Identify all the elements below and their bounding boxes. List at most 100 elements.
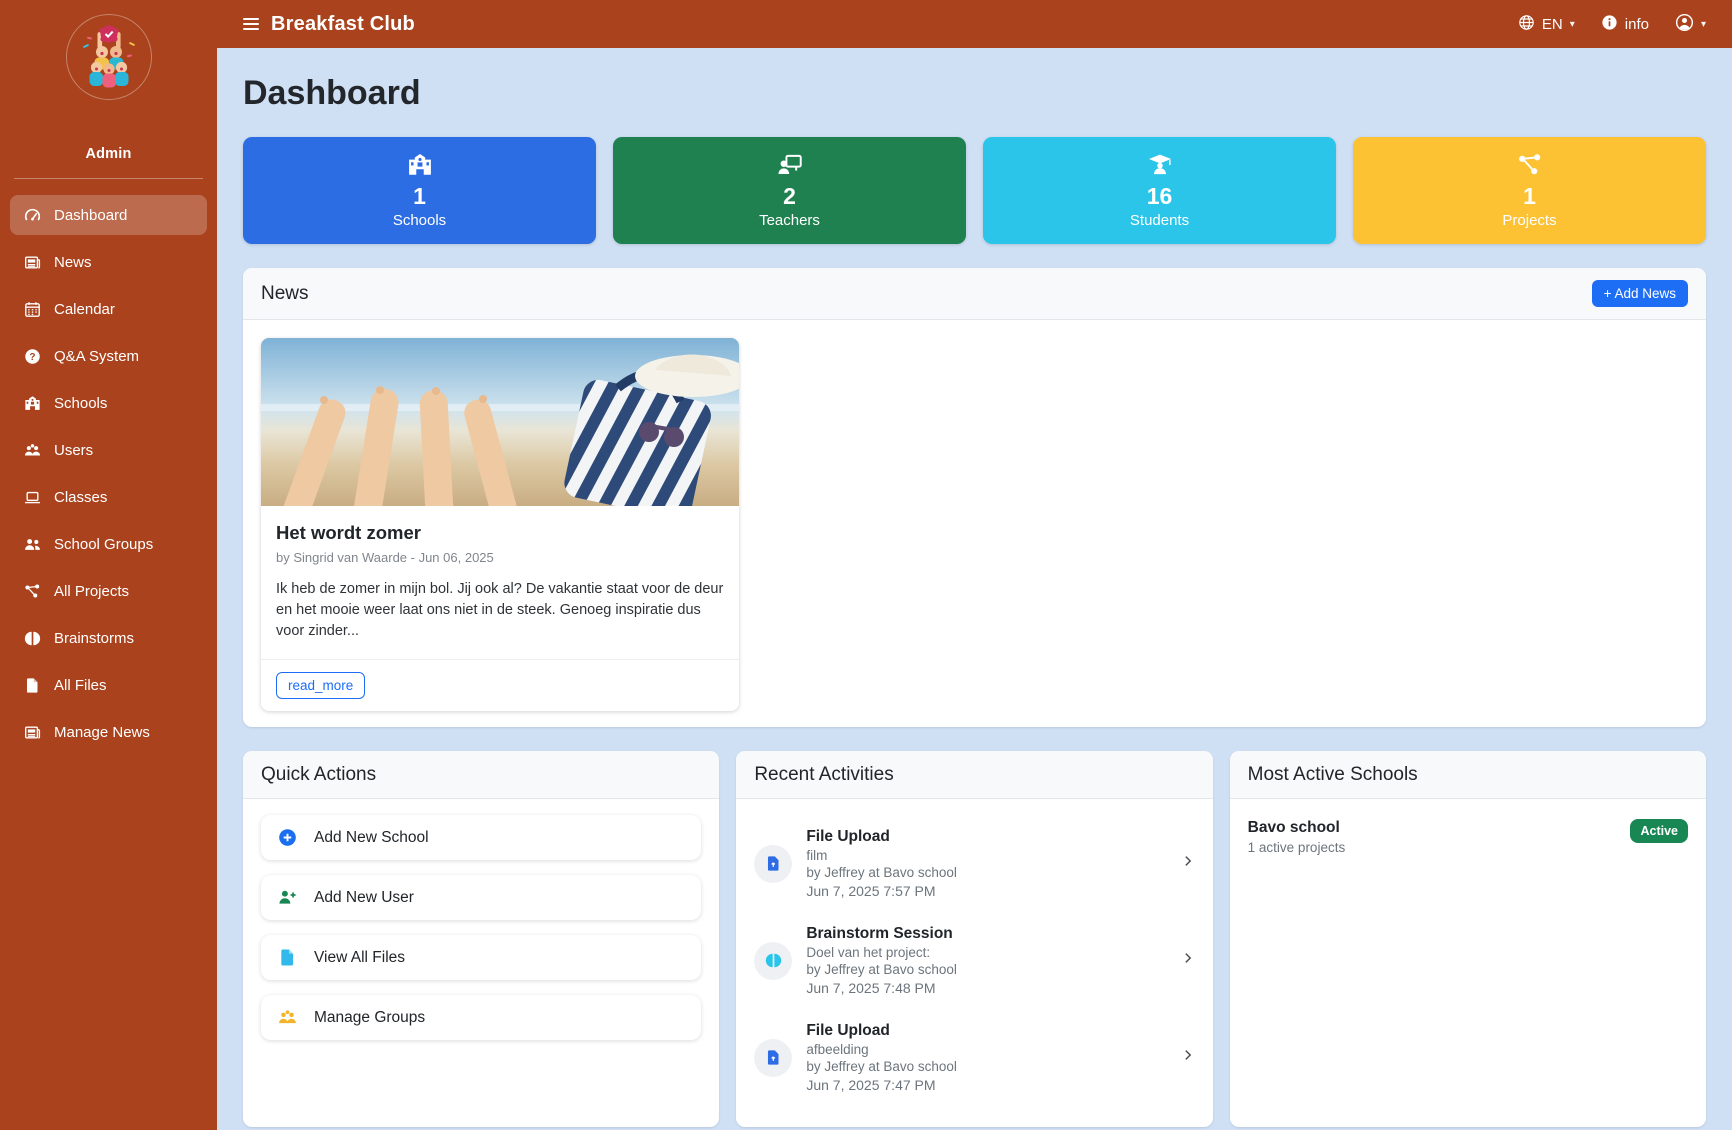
language-dropdown[interactable]: EN ▾ [1518, 14, 1575, 35]
stat-value: 2 [613, 183, 966, 210]
brainstorm-icon [754, 942, 792, 980]
news-section-header: News + Add News [243, 268, 1706, 320]
file-upload-icon [754, 845, 792, 883]
quick-action-add-new-school[interactable]: Add New School [261, 815, 701, 860]
stat-label: Students [983, 212, 1336, 229]
sidebar-item-all-projects[interactable]: All Projects [10, 571, 207, 611]
sidebar-item-schools[interactable]: Schools [10, 383, 207, 423]
quick-action-add-new-user[interactable]: Add New User [261, 875, 701, 920]
quick-action-label: Add New School [314, 829, 429, 847]
stats-row: 1 Schools 2 Teachers 16 Students [243, 137, 1706, 244]
stat-card-students[interactable]: 16 Students [983, 137, 1336, 244]
top-navbar: Breakfast Club EN ▾ info [217, 0, 1732, 48]
activity-timestamp: Jun 7, 2025 7:57 PM [806, 883, 1172, 899]
caret-down-icon: ▾ [1701, 19, 1706, 30]
language-label: EN [1542, 16, 1563, 33]
breakfast-club-logo [66, 14, 152, 100]
news-article-image [261, 338, 739, 506]
activity-row-file-upload-film[interactable]: File Upload film by Jeffrey at Bavo scho… [754, 815, 1194, 912]
most-active-schools-panel: Most Active Schools Bavo school 1 active… [1230, 751, 1706, 1127]
sidebar-item-label: School Groups [54, 536, 153, 553]
activity-row-brainstorm-session[interactable]: Brainstorm Session Doel van het project:… [754, 912, 1194, 1009]
add-news-button[interactable]: + Add News [1592, 280, 1688, 307]
sidebar-item-label: Manage News [54, 724, 150, 741]
chevron-right-icon [1181, 951, 1195, 970]
activity-subtitle: afbeelding [806, 1042, 1172, 1057]
main-area: Breakfast Club EN ▾ info [217, 0, 1732, 1130]
sidebar-item-label: Dashboard [54, 207, 127, 224]
diagram-icon [1353, 152, 1706, 178]
recent-activities-panel: Recent Activities File Upload film by Je… [736, 751, 1212, 1127]
activity-subtitle: Doel van het project: [806, 945, 1172, 960]
globe-icon [1518, 14, 1535, 35]
person-plus-icon [278, 888, 297, 907]
quick-actions-body: Add New School Add New User [243, 799, 719, 1071]
sidebar-item-qa-system[interactable]: ? Q&A System [10, 336, 207, 376]
speedometer-icon [23, 206, 41, 224]
read-more-button[interactable]: read_more [276, 672, 365, 699]
sidebar-item-dashboard[interactable]: Dashboard [10, 195, 207, 235]
kids-celebration-logo-icon [67, 15, 151, 99]
activity-row-file-upload-afbeelding[interactable]: File Upload afbeelding by Jeffrey at Bav… [754, 1009, 1194, 1106]
quick-action-manage-groups[interactable]: Manage Groups [261, 995, 701, 1040]
news-article-body: Het wordt zomer by Singrid van Waarde - … [261, 506, 739, 659]
sidebar-divider [14, 178, 203, 179]
info-icon [1601, 14, 1618, 35]
sidebar-item-label: Q&A System [54, 348, 139, 365]
stat-value: 16 [983, 183, 1336, 210]
quick-actions-panel: Quick Actions Add New School [243, 751, 719, 1127]
people-icon [278, 1008, 297, 1027]
school-row-bavo[interactable]: Bavo school 1 active projects Active [1248, 815, 1688, 859]
sidebar-item-news[interactable]: News [10, 242, 207, 282]
most-active-schools-title: Most Active Schools [1248, 764, 1418, 786]
sidebar-item-classes[interactable]: Classes [10, 477, 207, 517]
recent-activities-body: File Upload film by Jeffrey at Bavo scho… [736, 799, 1212, 1122]
stat-label: Schools [243, 212, 596, 229]
stat-value: 1 [243, 183, 596, 210]
sidebar-item-users[interactable]: Users [10, 430, 207, 470]
recent-activities-header: Recent Activities [736, 751, 1212, 799]
hamburger-menu-icon[interactable] [243, 18, 259, 29]
stat-card-teachers[interactable]: 2 Teachers [613, 137, 966, 244]
sidebar-item-calendar[interactable]: Calendar [10, 289, 207, 329]
user-menu-dropdown[interactable]: ▾ [1675, 13, 1706, 36]
laptop-icon [23, 488, 41, 506]
app-window: Admin Dashboard News Calendar [0, 0, 1732, 1130]
activity-byline: by Jeffrey at Bavo school [806, 962, 1172, 977]
stat-card-projects[interactable]: 1 Projects [1353, 137, 1706, 244]
brainstorm-icon [23, 629, 41, 647]
activity-byline: by Jeffrey at Bavo school [806, 1059, 1172, 1074]
news-article-footer: read_more [261, 659, 739, 711]
news-article-excerpt: Ik heb de zomer in mijn bol. Jij ook al?… [276, 579, 724, 645]
info-link[interactable]: info [1601, 14, 1649, 35]
graduate-icon [983, 152, 1336, 178]
file-upload-icon [754, 1039, 792, 1077]
sidebar-item-label: Classes [54, 489, 107, 506]
sidebar-item-brainstorms[interactable]: Brainstorms [10, 618, 207, 658]
stat-label: Teachers [613, 212, 966, 229]
school-info: Bavo school 1 active projects [1248, 819, 1346, 855]
most-active-schools-header: Most Active Schools [1230, 751, 1706, 799]
stat-label: Projects [1353, 212, 1706, 229]
newspaper-icon [23, 253, 41, 271]
activity-byline: by Jeffrey at Bavo school [806, 865, 1172, 880]
sidebar: Admin Dashboard News Calendar [0, 0, 217, 1130]
caret-down-icon: ▾ [1570, 19, 1575, 30]
stat-card-schools[interactable]: 1 Schools [243, 137, 596, 244]
news-section-body: Het wordt zomer by Singrid van Waarde - … [243, 320, 1706, 727]
sidebar-nav: Dashboard News Calendar ? Q&A System [0, 191, 217, 763]
quick-action-label: Manage Groups [314, 1009, 425, 1027]
activity-text: File Upload afbeelding by Jeffrey at Bav… [806, 1022, 1172, 1093]
news-section: News + Add News [243, 268, 1706, 727]
quick-action-view-all-files[interactable]: View All Files [261, 935, 701, 980]
user-circle-icon [1675, 13, 1694, 36]
sidebar-item-school-groups[interactable]: School Groups [10, 524, 207, 564]
stat-value: 1 [1353, 183, 1706, 210]
diagram-icon [23, 582, 41, 600]
newspaper-icon [23, 723, 41, 741]
school-icon [23, 394, 41, 412]
sidebar-item-manage-news[interactable]: Manage News [10, 712, 207, 752]
quick-actions-title: Quick Actions [261, 764, 376, 786]
news-article-byline: by Singrid van Waarde - Jun 06, 2025 [276, 550, 724, 565]
sidebar-item-all-files[interactable]: All Files [10, 665, 207, 705]
